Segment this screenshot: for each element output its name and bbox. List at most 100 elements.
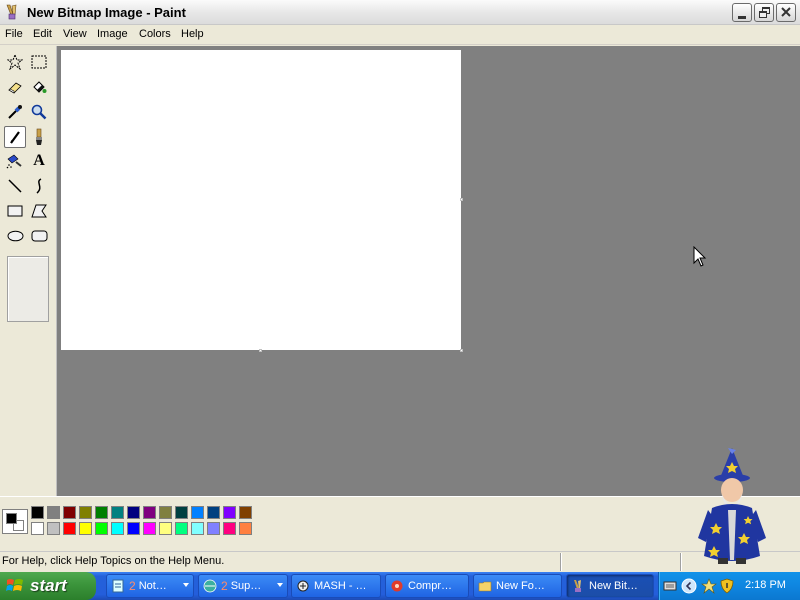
fill-with-color-tool[interactable] (28, 76, 50, 98)
resize-handle-right[interactable] (460, 198, 463, 201)
color-swatch[interactable] (47, 522, 60, 535)
rectangle-tool[interactable] (4, 200, 26, 222)
color-swatch[interactable] (159, 522, 172, 535)
chevron-down-icon (183, 583, 189, 587)
taskbar-item-label: New Fo… (496, 580, 545, 592)
taskbar-item-label: MASH - … (314, 580, 367, 592)
minimize-button[interactable] (732, 3, 752, 22)
color-swatch[interactable] (175, 522, 188, 535)
taskbar-item-browser[interactable]: 2 Sup… (198, 574, 288, 598)
taskbar-item-notepad[interactable]: 2 Not… (106, 574, 194, 598)
folder-icon (478, 581, 492, 592)
color-swatch[interactable] (191, 506, 204, 519)
resize-handle-corner[interactable] (460, 349, 463, 352)
rounded-rectangle-icon (31, 230, 47, 242)
eraser-icon (8, 82, 22, 94)
color-swatch[interactable] (207, 506, 220, 519)
ellipse-tool[interactable] (4, 225, 26, 247)
resize-handle-bottom[interactable] (259, 349, 262, 352)
polygon-icon (31, 204, 47, 218)
brush-tool[interactable] (28, 126, 50, 148)
browser-icon (203, 579, 217, 593)
canvas-workspace[interactable] (57, 46, 800, 496)
color-swatch[interactable] (63, 522, 76, 535)
drawing-canvas[interactable] (61, 50, 461, 350)
close-button[interactable] (776, 3, 796, 22)
title-bar[interactable]: New Bitmap Image - Paint (0, 0, 800, 25)
color-swatch[interactable] (143, 506, 156, 519)
color-swatch[interactable] (111, 506, 124, 519)
text-icon: A (33, 152, 45, 169)
color-swatch[interactable] (239, 506, 252, 519)
text-tool[interactable]: A (28, 150, 50, 172)
network-icon[interactable] (701, 578, 717, 594)
status-separator (680, 553, 682, 571)
color-swatch[interactable] (47, 506, 60, 519)
taskbar-item-compress[interactable]: Compr… (385, 574, 469, 598)
taskbar-item-paint[interactable]: New Bit… (566, 574, 654, 598)
agent-wizard-image[interactable] (692, 448, 772, 570)
curve-tool[interactable] (28, 175, 50, 197)
tool-box: A (0, 46, 57, 496)
compress-icon (391, 580, 403, 592)
paint-app-icon[interactable] (4, 4, 20, 20)
menu-image[interactable]: Image (97, 28, 128, 40)
windows-logo-icon (6, 579, 23, 591)
color-swatch[interactable] (31, 522, 44, 535)
color-swatch[interactable] (143, 522, 156, 535)
line-tool[interactable] (4, 175, 26, 197)
mouse-cursor-icon (693, 246, 707, 267)
taskbar-item-folder[interactable]: New Fo… (473, 574, 562, 598)
tool-options-box[interactable] (7, 256, 49, 322)
menu-help[interactable]: Help (181, 28, 204, 40)
show-hidden-icons-icon[interactable] (681, 578, 697, 594)
airbrush-tool[interactable] (4, 150, 26, 172)
status-separator (560, 553, 562, 571)
color-swatch[interactable] (95, 506, 108, 519)
pencil-tool[interactable] (4, 126, 26, 148)
eraser-tool[interactable] (4, 76, 26, 98)
current-colors[interactable] (2, 509, 28, 534)
color-swatch[interactable] (95, 522, 108, 535)
taskbar: start 2 Not… 2 Sup… MASH - … Compr… New … (0, 572, 800, 600)
pick-color-tool[interactable] (4, 101, 26, 123)
free-form-select-icon (7, 54, 23, 70)
taskbar-item-mash[interactable]: MASH - … (291, 574, 381, 598)
security-shield-icon[interactable] (720, 578, 734, 594)
paint-window: New Bitmap Image - Paint File Edit View … (0, 0, 800, 572)
color-palette (0, 496, 800, 546)
color-swatch[interactable] (223, 506, 236, 519)
rectangle-icon (7, 205, 23, 217)
color-swatch[interactable] (79, 522, 92, 535)
menu-edit[interactable]: Edit (33, 28, 52, 40)
menu-file[interactable]: File (5, 28, 23, 40)
color-swatch[interactable] (239, 522, 252, 535)
restore-icon (759, 7, 771, 19)
color-swatch[interactable] (111, 522, 124, 535)
brush-icon (36, 128, 42, 145)
color-swatch[interactable] (63, 506, 76, 519)
free-form-select-tool[interactable] (4, 51, 26, 73)
color-swatch[interactable] (191, 522, 204, 535)
color-swatch[interactable] (175, 506, 188, 519)
agent-icon (297, 580, 309, 592)
start-button[interactable]: start (0, 572, 96, 600)
select-tool[interactable] (28, 51, 50, 73)
restore-button[interactable] (754, 3, 774, 22)
polygon-tool[interactable] (28, 200, 50, 222)
color-swatch[interactable] (207, 522, 220, 535)
primary-color[interactable] (6, 513, 17, 524)
color-swatch[interactable] (159, 506, 172, 519)
color-swatch[interactable] (31, 506, 44, 519)
rounded-rectangle-tool[interactable] (28, 225, 50, 247)
color-swatch[interactable] (127, 522, 140, 535)
color-swatch[interactable] (223, 522, 236, 535)
color-swatch[interactable] (127, 506, 140, 519)
airbrush-icon (6, 154, 22, 169)
magnifier-icon (31, 104, 47, 120)
keyboard-icon[interactable] (663, 580, 677, 592)
color-swatch[interactable] (79, 506, 92, 519)
magnifier-tool[interactable] (28, 101, 50, 123)
menu-colors[interactable]: Colors (139, 28, 171, 40)
menu-view[interactable]: View (63, 28, 87, 40)
